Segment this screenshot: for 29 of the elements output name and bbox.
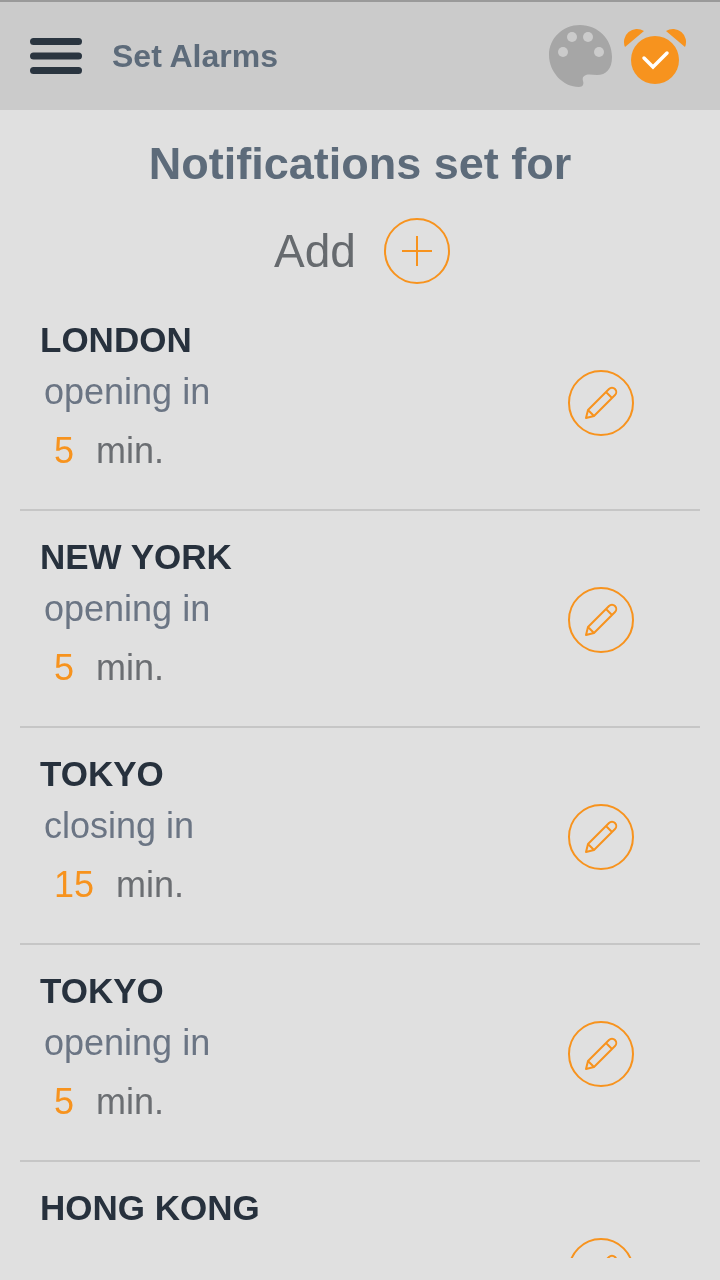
market-name: TOKYO bbox=[40, 753, 165, 795]
menu-icon[interactable] bbox=[30, 38, 82, 74]
minutes-value: 5 bbox=[54, 430, 75, 471]
event-text: opening in bbox=[44, 587, 212, 631]
minutes-value: 15 bbox=[54, 864, 95, 905]
minutes-unit: min. bbox=[96, 647, 165, 688]
minutes-unit: min. bbox=[96, 1081, 165, 1122]
market-name: LONDON bbox=[40, 319, 193, 361]
market-name: TOKYO bbox=[40, 970, 165, 1012]
add-label: Add bbox=[274, 224, 356, 278]
event-text: closing in bbox=[44, 804, 196, 848]
pencil-icon bbox=[583, 602, 619, 638]
minutes-value: 5 bbox=[54, 647, 75, 688]
app-title: Set Alarms bbox=[112, 37, 278, 75]
pencil-icon bbox=[583, 385, 619, 421]
pencil-icon bbox=[583, 1036, 619, 1072]
add-button[interactable] bbox=[383, 218, 450, 284]
pencil-icon bbox=[583, 819, 619, 855]
market-name: HONG KONG bbox=[40, 1187, 261, 1229]
market-name: NEW YORK bbox=[40, 536, 233, 578]
minutes-value: 5 bbox=[54, 1081, 75, 1122]
event-text: opening in bbox=[44, 1021, 212, 1065]
event-text: opening in bbox=[44, 370, 212, 414]
alarm-clock-icon[interactable] bbox=[622, 27, 688, 85]
minutes-unit: min. bbox=[116, 864, 185, 905]
palette-icon[interactable] bbox=[548, 24, 612, 88]
plus-icon bbox=[400, 235, 433, 267]
minutes-unit: min. bbox=[96, 430, 165, 471]
section-heading: Notifications set for bbox=[147, 138, 573, 190]
